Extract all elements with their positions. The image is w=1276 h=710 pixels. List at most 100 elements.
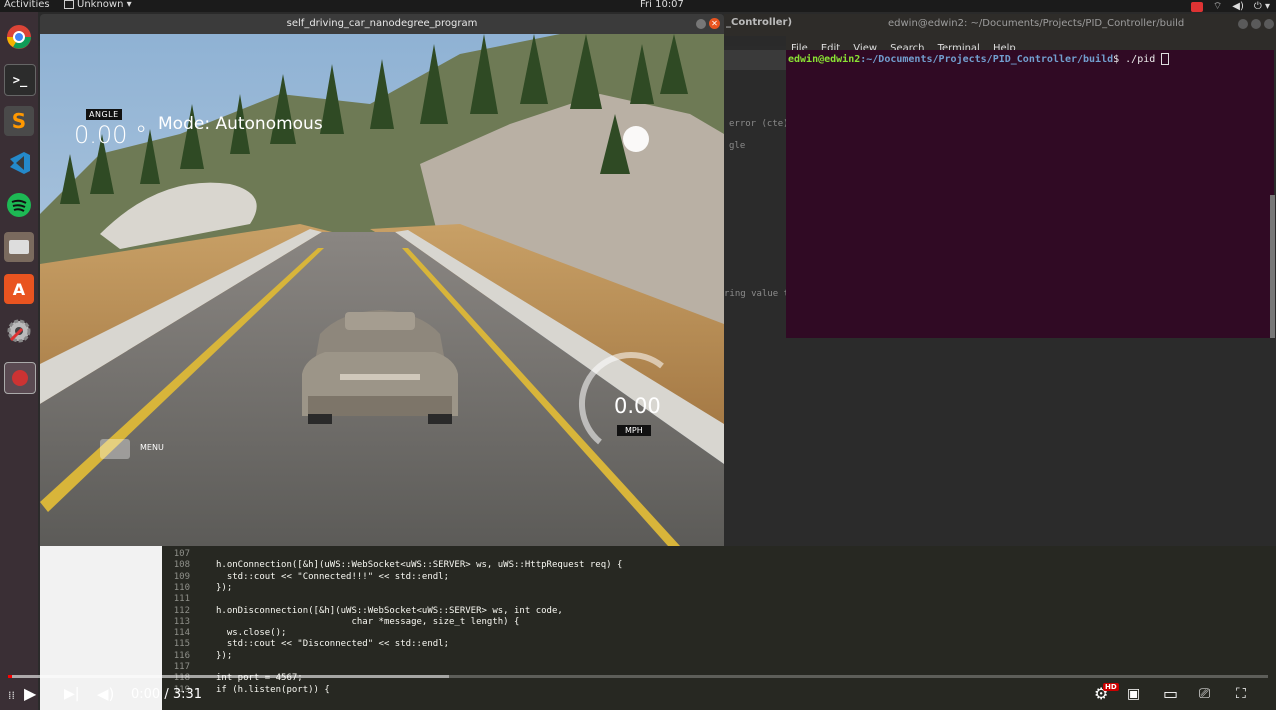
activities-button[interactable]: Activities xyxy=(4,0,50,10)
code-line: 112 h.onDisconnection([&h](uWS::WebSocket… xyxy=(162,606,563,617)
terminal-menubar: File Edit View Search Terminal Help xyxy=(786,36,1276,54)
power-icon[interactable]: ⏻ ▾ xyxy=(1254,1,1270,12)
line-number: 117 xyxy=(173,662,190,672)
launcher-spotify[interactable] xyxy=(4,190,34,220)
menu-button[interactable]: MENU xyxy=(140,443,164,452)
terminal-scrollbar[interactable] xyxy=(1270,195,1275,338)
code-line: 107 xyxy=(162,549,216,560)
line-number: 115 xyxy=(173,639,190,650)
code-line: 113 char *message, size_t length) { xyxy=(162,616,520,628)
prompt-user: edwin@edwin2 xyxy=(788,54,861,65)
play-icon[interactable]: ▶ xyxy=(24,684,36,704)
miniplayer-icon[interactable]: ▣ xyxy=(1127,684,1140,704)
launcher-settings[interactable] xyxy=(4,316,34,346)
speed-unit: MPH xyxy=(617,425,651,436)
spotify-icon xyxy=(7,193,31,217)
software-icon: A xyxy=(12,279,26,299)
minimize-icon[interactable] xyxy=(1238,19,1248,29)
menu-icon[interactable] xyxy=(100,439,130,459)
launcher: >_ S A xyxy=(0,12,38,710)
chrome-icon xyxy=(7,25,31,49)
code-line: 111 xyxy=(162,594,216,605)
line-number: 109 xyxy=(173,571,190,582)
launcher-terminal[interactable]: >_ xyxy=(4,64,36,96)
angle-value: 0.00 ° xyxy=(74,121,148,149)
mode-label: Mode: Autonomous xyxy=(158,114,323,134)
code-line: 110}); xyxy=(162,582,233,594)
system-tray[interactable]: ⌔ ◀) ⏻ ▾ xyxy=(1190,0,1270,13)
code-text: }); xyxy=(216,582,233,593)
settings-icon xyxy=(7,319,31,343)
editor-hint: error (cte) xyxy=(729,119,789,129)
close-icon[interactable]: ✕ xyxy=(709,18,720,29)
progress-played[interactable] xyxy=(8,675,12,678)
terminal-prompt: edwin@edwin2:~/Documents/Projects/PID_Co… xyxy=(788,53,1170,65)
line-number: 114 xyxy=(173,628,190,639)
editor-hint: ring value t xyxy=(724,289,790,299)
line-number: 112 xyxy=(173,605,190,616)
line-number: 113 xyxy=(173,616,190,627)
record-icon[interactable] xyxy=(1190,1,1203,12)
drag-handle-icon[interactable]: ⁞⁞ xyxy=(8,686,15,706)
time-display: 0:00 / 3:31 xyxy=(131,687,203,702)
line-number: 116 xyxy=(173,650,190,661)
editor-hint: gle xyxy=(729,141,746,151)
cast-icon[interactable]: ⎚ xyxy=(1199,684,1210,704)
terminal-body[interactable]: edwin@edwin2:~/Documents/Projects/PID_Co… xyxy=(786,50,1274,338)
terminal-icon: >_ xyxy=(12,73,28,87)
app-menu-icon xyxy=(64,0,74,9)
editor-tab-strip[interactable] xyxy=(724,50,786,70)
driving-scene xyxy=(40,34,724,546)
volume-icon[interactable]: ◀) xyxy=(97,684,114,704)
code-text: char *message, size_t length) { xyxy=(216,616,520,627)
app-menu[interactable]: Unknown ▾ xyxy=(64,0,132,10)
launcher-software[interactable]: A xyxy=(4,274,34,304)
close-icon[interactable] xyxy=(1264,19,1274,29)
line-number: 107 xyxy=(173,549,190,559)
volume-icon[interactable]: ◀) xyxy=(1232,1,1244,12)
code-line: 114 ws.close(); xyxy=(162,628,287,639)
prompt-command: $ ./pid xyxy=(1113,54,1162,65)
video-controls: ⁞⁞ ▶ ▶| ◀) 0:00 / 3:31 ⚙ HD ▣ ▭ ⎚ ⛶ xyxy=(0,680,1276,710)
code-line: 109 std::cout << "Connected!!!" << std::… xyxy=(162,572,449,583)
top-bar: Activities Unknown ▾ Fri 10:07 ⌔ ◀) ⏻ ▾ xyxy=(0,0,1276,12)
app-menu-label: Unknown xyxy=(77,0,124,10)
simulator-viewport[interactable] xyxy=(40,34,724,546)
terminal-title: edwin@edwin2: ~/Documents/Projects/PID_C… xyxy=(888,18,1185,29)
wifi-icon[interactable]: ⌔ xyxy=(1213,0,1222,13)
launcher-vscode[interactable] xyxy=(4,148,34,178)
launcher-files[interactable] xyxy=(4,232,34,262)
code-text: h.onDisconnection([&h](uWS::WebSocket<uW… xyxy=(216,605,563,616)
hd-badge: HD xyxy=(1103,683,1119,691)
launcher-chrome[interactable] xyxy=(4,22,34,52)
vscode-icon xyxy=(10,152,30,174)
theater-icon[interactable]: ▭ xyxy=(1163,684,1178,704)
code-text: std::cout << "Connected!!!" << std::endl… xyxy=(216,571,449,582)
code-text: }); xyxy=(216,650,233,661)
line-number: 108 xyxy=(173,560,190,571)
camera-indicator xyxy=(623,126,649,152)
code-line: 108 h.onConnection([&h](uWS::WebSocket<uW… xyxy=(162,560,623,571)
editor-tab-title: _Controller) xyxy=(726,17,793,28)
line-number: 111 xyxy=(173,594,190,605)
code-text: std::cout << "Disconnected" << std::endl… xyxy=(216,639,449,650)
speed-value: 0.00 xyxy=(614,394,661,418)
fullscreen-icon[interactable]: ⛶ xyxy=(1236,684,1246,704)
launcher-sublime[interactable]: S xyxy=(4,106,34,136)
code-text: ws.close(); xyxy=(216,628,287,639)
simulator-icon xyxy=(12,370,28,386)
files-icon xyxy=(9,240,29,254)
code-line: 117 xyxy=(162,662,216,673)
sublime-icon: S xyxy=(11,109,27,133)
simulator-title: self_driving_car_nanodegree_program xyxy=(286,18,478,29)
next-icon[interactable]: ▶| xyxy=(64,684,79,704)
angle-label: ANGLE xyxy=(86,109,122,120)
clock[interactable]: Fri 10:07 xyxy=(640,0,684,10)
prompt-path: :~/Documents/Projects/PID_Controller/bui… xyxy=(860,54,1114,65)
minimize-icon[interactable] xyxy=(696,19,706,29)
launcher-simulator[interactable] xyxy=(4,362,36,394)
code-line: 115 std::cout << "Disconnected" << std::… xyxy=(162,639,449,650)
simulator-titlebar[interactable]: self_driving_car_nanodegree_program ✕ xyxy=(40,14,724,34)
maximize-icon[interactable] xyxy=(1251,19,1261,29)
terminal-titlebar[interactable]: _Controller) edwin@edwin2: ~/Documents/P… xyxy=(724,14,1276,36)
